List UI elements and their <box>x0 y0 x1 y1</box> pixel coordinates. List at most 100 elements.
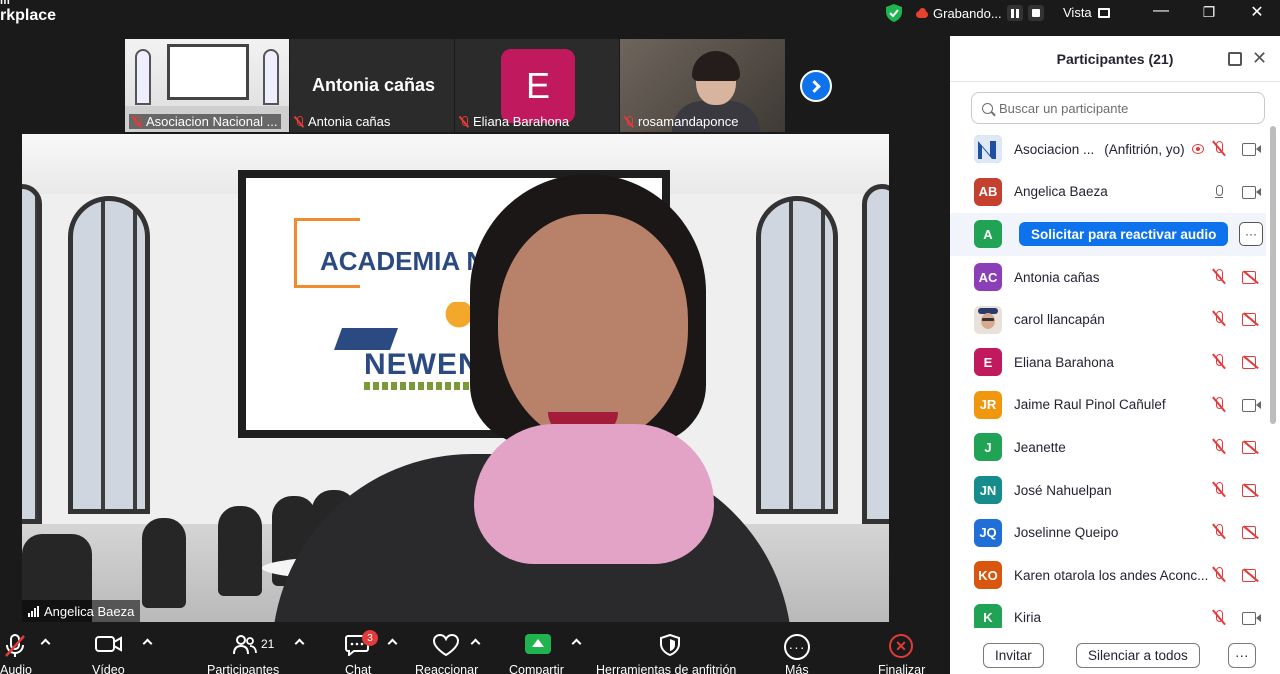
next-page-button[interactable] <box>800 70 832 102</box>
panel-title: Participantes (21) <box>1056 50 1174 67</box>
mic-icon[interactable] <box>1212 184 1226 200</box>
chat-button[interactable]: 3 Chat <box>340 624 380 674</box>
audio-button[interactable]: Audio <box>0 624 40 674</box>
more-button[interactable]: ··· Más <box>782 624 812 674</box>
camera-off-icon[interactable] <box>1242 568 1260 583</box>
grid-view-icon <box>1097 7 1110 18</box>
camera-off-icon[interactable] <box>1242 440 1260 455</box>
host-tools-button[interactable]: Herramientas de anfitrión <box>596 624 746 674</box>
invite-button[interactable]: Invitar <box>983 643 1044 668</box>
camera-off-icon[interactable] <box>1242 313 1260 327</box>
mute-all-button[interactable]: Silenciar a todos <box>1076 643 1200 668</box>
active-speaker-video[interactable]: ACADEMIA NEV NEWEN Angelica Baeza <box>22 134 889 622</box>
mic-muted-icon[interactable] <box>1212 481 1226 498</box>
thumbnail-antonia[interactable]: Antonia cañas Antonia cañas <box>290 39 454 132</box>
audio-options-chevron-icon[interactable] <box>40 638 51 649</box>
mic-muted-icon <box>132 115 142 128</box>
share-options-chevron-icon[interactable] <box>571 638 582 649</box>
mic-muted-icon[interactable] <box>1212 268 1226 285</box>
camera-off-icon[interactable] <box>1242 483 1260 497</box>
shield-check-icon[interactable] <box>886 4 902 22</box>
participant-name: José Nahuelpan <box>1014 482 1112 498</box>
thumbnail-rosamandaponce[interactable]: rosamandaponce <box>620 39 785 132</box>
participant-status <box>1212 609 1261 626</box>
speaker-figure <box>474 424 714 564</box>
camera-off-icon[interactable] <box>1242 355 1260 370</box>
participant-status <box>1212 481 1260 498</box>
view-button[interactable]: Vista <box>1063 5 1110 20</box>
participant-row[interactable]: J Jeanette <box>950 426 1266 469</box>
mic-muted-icon[interactable] <box>1212 311 1226 327</box>
stop-recording-button[interactable] <box>1027 5 1044 21</box>
close-window-icon[interactable]: ✕ <box>1247 2 1267 22</box>
participant-row[interactable]: AB Angelica Baeza <box>950 171 1266 214</box>
participant-row[interactable]: A Solicitar para reactivar audio ··· <box>950 213 1266 256</box>
camera-off-icon[interactable] <box>1242 270 1260 284</box>
participant-row[interactable]: JR Jaime Raul Pinol Cañulef <box>950 384 1266 427</box>
participant-row[interactable]: JQ Joselinne Queipo <box>950 511 1266 554</box>
mic-muted-icon[interactable] <box>1212 396 1226 413</box>
close-panel-icon[interactable]: ✕ <box>1252 48 1267 69</box>
end-meeting-button[interactable]: ✕ Finalizar <box>876 624 926 674</box>
camera-icon[interactable] <box>1242 143 1261 156</box>
panel-more-button[interactable]: ··· <box>1228 643 1256 668</box>
chat-options-chevron-icon[interactable] <box>387 638 398 649</box>
participant-row[interactable]: KO Karen otarola los andes Aconc... <box>950 554 1266 597</box>
request-unmute-button[interactable]: Solicitar para reactivar audio <box>1019 222 1229 247</box>
participant-name: Jeanette <box>1014 439 1066 455</box>
participant-search[interactable] <box>971 92 1265 124</box>
participant-row[interactable]: Asociacion ... (Anfitrión, yo) <box>950 128 1266 171</box>
participant-name: Jaime Raul Pinol Cañulef <box>1014 397 1166 413</box>
thumbnail-asociacion[interactable]: Asociacion Nacional ... <box>125 39 289 132</box>
pause-recording-button[interactable] <box>1006 5 1023 21</box>
pop-out-icon[interactable] <box>1228 52 1242 66</box>
participant-more-button[interactable]: ··· <box>1239 222 1263 247</box>
search-input[interactable] <box>999 100 1249 116</box>
react-button[interactable]: Reaccionar <box>414 624 478 674</box>
avatar: A <box>974 220 1002 249</box>
participant-row[interactable]: JN José Nahuelpan <box>950 469 1266 512</box>
mic-muted-icon[interactable] <box>1212 524 1226 540</box>
video-options-chevron-icon[interactable] <box>142 638 153 649</box>
mic-muted-icon[interactable] <box>1212 141 1226 157</box>
camera-off-icon[interactable] <box>1242 526 1260 540</box>
host-tools-label: Herramientas de anfitrión <box>596 663 737 674</box>
react-label: Reaccionar <box>415 663 479 674</box>
participant-row[interactable]: E Eliana Barahona <box>950 341 1266 384</box>
shield-icon <box>660 634 680 656</box>
mic-muted-icon <box>459 115 469 128</box>
mic-muted-icon[interactable] <box>1212 609 1226 626</box>
mic-muted-icon[interactable] <box>1212 439 1226 455</box>
title-bar: m rkplace Grabando... Vista — ❐ ✕ <box>0 0 1280 36</box>
mic-muted-icon[interactable] <box>1212 566 1226 583</box>
thumbnail-eliana[interactable]: E Eliana Barahona <box>455 39 619 132</box>
participant-status <box>1212 268 1260 285</box>
meeting-toolbar: Audio Vídeo 21 Participantes 3 Chat Reac… <box>0 624 950 674</box>
avatar <box>974 135 1002 164</box>
camera-icon <box>95 636 122 652</box>
participant-row[interactable]: K Kiria <box>950 597 1266 628</box>
restore-icon[interactable]: ❐ <box>1199 4 1219 21</box>
mic-muted-icon <box>294 115 304 128</box>
participants-button[interactable]: 21 Participantes <box>205 624 289 674</box>
share-screen-button[interactable]: Compartir <box>507 624 569 674</box>
participant-name: carol llancapán <box>1014 312 1105 328</box>
room-window <box>263 49 279 105</box>
participant-row[interactable]: carol llancapán <box>950 298 1266 341</box>
minimize-icon[interactable]: — <box>1151 2 1171 20</box>
participant-list-scrollbar[interactable] <box>1270 126 1276 424</box>
avatar: AB <box>974 177 1002 206</box>
participant-name-row: Asociacion ... (Anfitrión, yo) <box>1014 142 1185 157</box>
camera-icon[interactable] <box>1242 185 1261 199</box>
participants-options-chevron-icon[interactable] <box>294 638 305 649</box>
participant-status <box>1212 524 1260 540</box>
camera-icon[interactable] <box>1242 611 1261 625</box>
mic-muted-icon[interactable] <box>1212 353 1226 370</box>
participant-row[interactable]: AC Antonia cañas <box>950 256 1266 299</box>
avatar: JR <box>974 390 1002 419</box>
avatar: K <box>974 603 1002 628</box>
thumbnail-label: Antonia cañas <box>294 114 390 129</box>
video-button[interactable]: Vídeo <box>90 624 130 674</box>
camera-icon[interactable] <box>1242 398 1261 412</box>
avatar: AC <box>974 263 1002 292</box>
